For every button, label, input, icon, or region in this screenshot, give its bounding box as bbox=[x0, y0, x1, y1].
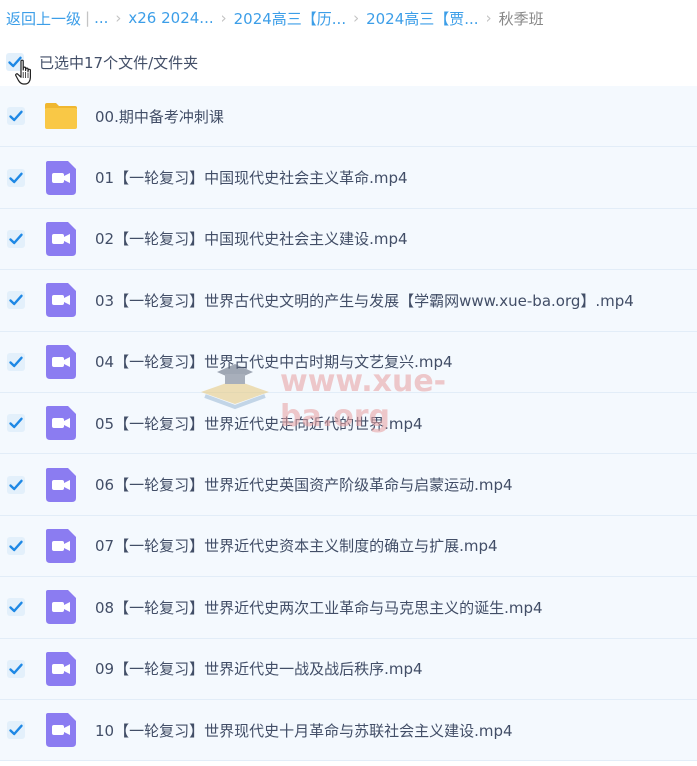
row-checkbox[interactable] bbox=[7, 229, 25, 248]
breadcrumb-item[interactable]: x26 2024... bbox=[128, 9, 213, 27]
list-item[interactable]: 10【一轮复习】世界现代史十月革命与苏联社会主义建设.mp4 bbox=[0, 699, 697, 762]
row-checkbox[interactable] bbox=[7, 721, 25, 740]
video-file-icon bbox=[46, 651, 76, 686]
video-file-icon bbox=[46, 221, 76, 256]
chevron-right-icon: › bbox=[485, 9, 492, 27]
breadcrumb-ellipsis[interactable]: ... bbox=[94, 9, 108, 27]
file-name[interactable]: 09【一轮复习】世界近代史一战及战后秩序.mp4 bbox=[95, 658, 423, 679]
check-icon bbox=[9, 417, 23, 429]
list-item[interactable]: 04【一轮复习】世界古代史中古时期与文艺复兴.mp4 bbox=[0, 331, 697, 393]
list-item[interactable]: 02【一轮复习】中国现代史社会主义建设.mp4 bbox=[0, 208, 697, 271]
file-name[interactable]: 06【一轮复习】世界近代史英国资产阶级革命与启蒙运动.mp4 bbox=[95, 474, 513, 495]
file-name[interactable]: 01【一轮复习】中国现代史社会主义革命.mp4 bbox=[95, 167, 408, 188]
video-file-icon bbox=[46, 590, 76, 625]
list-item[interactable]: 09【一轮复习】世界近代史一战及战后秩序.mp4 bbox=[0, 638, 697, 700]
breadcrumb: 返回上一级 | ... › x26 2024... › 2024高三【历... … bbox=[6, 8, 697, 28]
row-checkbox[interactable] bbox=[7, 536, 25, 555]
breadcrumb-divider: | bbox=[85, 9, 91, 27]
row-checkbox[interactable] bbox=[7, 107, 25, 126]
video-file-icon bbox=[46, 160, 76, 195]
file-name[interactable]: 08【一轮复习】世界近代史两次工业革命与马克思主义的诞生.mp4 bbox=[95, 597, 543, 618]
file-name[interactable]: 05【一轮复习】世界近代史走向近代的世界.mp4 bbox=[95, 413, 423, 434]
row-checkbox[interactable] bbox=[7, 414, 25, 433]
check-icon bbox=[9, 540, 23, 552]
list-item[interactable]: 08【一轮复习】世界近代史两次工业革命与马克思主义的诞生.mp4 bbox=[0, 577, 697, 639]
row-checkbox[interactable] bbox=[7, 598, 25, 617]
check-icon bbox=[9, 601, 23, 613]
file-name[interactable]: 10【一轮复习】世界现代史十月革命与苏联社会主义建设.mp4 bbox=[95, 720, 513, 741]
selection-count-text: 已选中17个文件/文件夹 bbox=[39, 53, 199, 72]
video-file-icon bbox=[46, 467, 76, 502]
list-item[interactable]: 03【一轮复习】世界古代史文明的产生与发展【学霸网www.xue-ba.org】… bbox=[0, 270, 697, 332]
check-icon bbox=[9, 356, 23, 367]
chevron-right-icon: › bbox=[115, 9, 122, 27]
row-checkbox[interactable] bbox=[7, 291, 25, 310]
row-checkbox[interactable] bbox=[7, 352, 25, 371]
video-file-icon bbox=[46, 283, 76, 318]
check-icon bbox=[9, 233, 23, 245]
hand-cursor-icon bbox=[15, 59, 31, 85]
video-file-icon bbox=[46, 344, 76, 379]
list-item[interactable]: 00.期中备考冲刺课 bbox=[0, 86, 697, 148]
file-name[interactable]: 07【一轮复习】世界近代史资本主义制度的确立与扩展.mp4 bbox=[95, 535, 498, 556]
chevron-right-icon: › bbox=[220, 9, 227, 27]
check-icon bbox=[9, 110, 23, 122]
check-icon bbox=[9, 479, 23, 490]
list-item[interactable]: 07【一轮复习】世界近代史资本主义制度的确立与扩展.mp4 bbox=[0, 515, 697, 578]
file-name[interactable]: 02【一轮复习】中国现代史社会主义建设.mp4 bbox=[95, 228, 408, 249]
file-name[interactable]: 04【一轮复习】世界古代史中古时期与文艺复兴.mp4 bbox=[95, 351, 453, 372]
row-checkbox[interactable] bbox=[7, 659, 25, 678]
list-item[interactable]: 05【一轮复习】世界近代史走向近代的世界.mp4 bbox=[0, 392, 697, 455]
check-icon bbox=[9, 663, 23, 674]
video-file-icon bbox=[46, 406, 76, 441]
file-list: 00.期中备考冲刺课 01【一轮复习】中国现代史社会主义革命.mp4 02【一轮… bbox=[0, 86, 697, 762]
row-checkbox[interactable] bbox=[7, 475, 25, 494]
list-item[interactable]: 06【一轮复习】世界近代史英国资产阶级革命与启蒙运动.mp4 bbox=[0, 454, 697, 516]
video-file-icon bbox=[46, 713, 76, 748]
file-name[interactable]: 03【一轮复习】世界古代史文明的产生与发展【学霸网www.xue-ba.org】… bbox=[95, 290, 634, 311]
check-icon bbox=[9, 724, 23, 736]
breadcrumb-current: 秋季班 bbox=[498, 9, 544, 28]
back-link[interactable]: 返回上一级 bbox=[6, 8, 81, 29]
breadcrumb-item[interactable]: 2024高三【历... bbox=[234, 8, 346, 29]
check-icon bbox=[9, 172, 23, 183]
file-name[interactable]: 00.期中备考冲刺课 bbox=[95, 106, 224, 127]
video-file-icon bbox=[46, 528, 76, 563]
list-item[interactable]: 01【一轮复习】中国现代史社会主义革命.mp4 bbox=[0, 147, 697, 209]
check-icon bbox=[9, 294, 23, 306]
row-checkbox[interactable] bbox=[7, 168, 25, 187]
folder-icon bbox=[45, 103, 77, 130]
chevron-right-icon: › bbox=[353, 9, 360, 27]
breadcrumb-item[interactable]: 2024高三【贾... bbox=[366, 8, 478, 29]
